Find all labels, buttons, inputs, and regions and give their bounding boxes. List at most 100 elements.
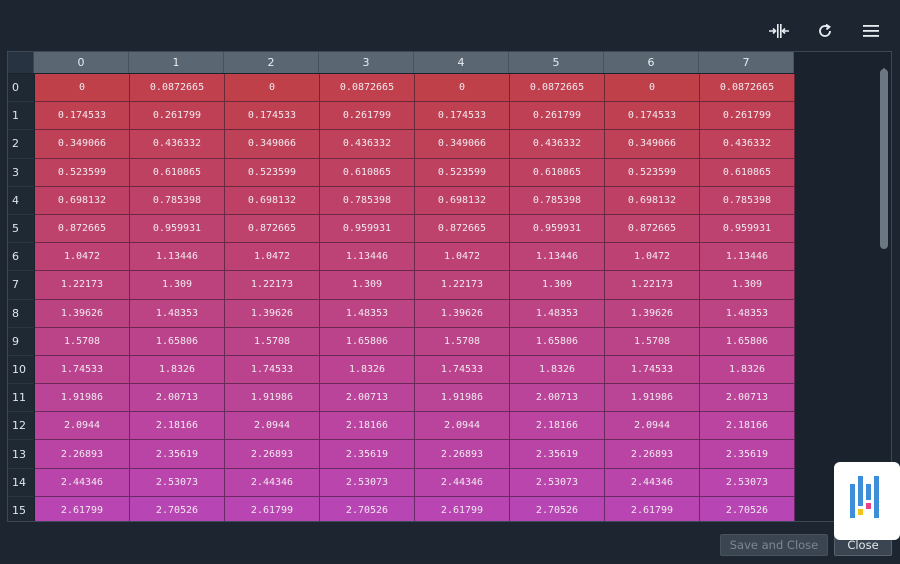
table-cell[interactable]: 1.74533 <box>225 355 320 385</box>
table-cell[interactable]: 1.8326 <box>320 355 415 385</box>
table-cell[interactable]: 0.0872665 <box>510 74 605 103</box>
table-cell[interactable]: 2.18166 <box>700 412 795 441</box>
table-cell[interactable]: 2.44346 <box>415 468 510 497</box>
row-header[interactable]: 14 <box>8 468 34 497</box>
table-cell[interactable]: 2.26893 <box>415 440 510 469</box>
table-cell[interactable]: 2.61799 <box>35 496 130 521</box>
row-header[interactable]: 9 <box>8 327 34 356</box>
table-cell[interactable]: 1.5708 <box>415 327 510 356</box>
table-cell[interactable]: 1.0472 <box>605 243 700 272</box>
row-header[interactable]: 15 <box>8 496 34 521</box>
table-cell[interactable]: 0.785398 <box>320 186 415 215</box>
column-header[interactable]: 1 <box>129 52 224 73</box>
table-cell[interactable]: 0.436332 <box>510 130 605 159</box>
table-cell[interactable]: 0.436332 <box>700 130 795 159</box>
table-cell[interactable]: 2.18166 <box>130 412 225 441</box>
table-cell[interactable]: 1.91986 <box>35 384 130 413</box>
table-cell[interactable]: 2.26893 <box>225 440 320 469</box>
table-cell[interactable]: 2.70526 <box>320 496 415 521</box>
table-cell[interactable]: 2.00713 <box>700 384 795 413</box>
table-cell[interactable]: 0.610865 <box>700 158 795 187</box>
table-cell[interactable]: 2.26893 <box>605 440 700 469</box>
row-header[interactable]: 4 <box>8 186 34 215</box>
table-cell[interactable]: 2.70526 <box>130 496 225 521</box>
table-cell[interactable]: 2.0944 <box>415 412 510 441</box>
table-cell[interactable]: 0.610865 <box>320 158 415 187</box>
table-cell[interactable]: 1.5708 <box>605 327 700 356</box>
table-cell[interactable]: 0.261799 <box>510 102 605 131</box>
table-cell[interactable]: 0.959931 <box>130 214 225 244</box>
table-cell[interactable]: 2.18166 <box>510 412 605 441</box>
row-header[interactable]: 5 <box>8 214 34 244</box>
table-cell[interactable]: 1.309 <box>510 271 605 300</box>
table-cell[interactable]: 2.53073 <box>700 468 795 497</box>
table-cell[interactable]: 1.22173 <box>225 271 320 300</box>
table-cell[interactable]: 2.53073 <box>510 468 605 497</box>
column-header[interactable]: 2 <box>224 52 319 73</box>
table-cell[interactable]: 1.5708 <box>225 327 320 356</box>
table-cell[interactable]: 2.00713 <box>130 384 225 413</box>
table-cell[interactable]: 2.53073 <box>320 468 415 497</box>
column-header[interactable]: 4 <box>414 52 509 73</box>
table-cell[interactable]: 0.610865 <box>510 158 605 187</box>
table-cell[interactable]: 0.959931 <box>320 214 415 244</box>
table-cell[interactable]: 2.35619 <box>130 440 225 469</box>
table-cell[interactable]: 0.872665 <box>605 214 700 244</box>
table-cell[interactable]: 0.261799 <box>130 102 225 131</box>
table-cell[interactable]: 0.174533 <box>35 102 130 131</box>
table-cell[interactable]: 2.0944 <box>225 412 320 441</box>
row-header[interactable]: 11 <box>8 384 34 413</box>
table-cell[interactable]: 2.44346 <box>35 468 130 497</box>
table-cell[interactable]: 1.74533 <box>415 355 510 385</box>
table-cell[interactable]: 0.698132 <box>35 186 130 215</box>
table-cell[interactable]: 0.523599 <box>225 158 320 187</box>
table-cell[interactable]: 1.48353 <box>130 299 225 328</box>
table-cell[interactable]: 1.309 <box>130 271 225 300</box>
column-header[interactable]: 3 <box>319 52 414 73</box>
row-header[interactable]: 2 <box>8 130 34 159</box>
table-cell[interactable]: 1.48353 <box>320 299 415 328</box>
table-cell[interactable]: 1.13446 <box>320 243 415 272</box>
table-cell[interactable]: 2.35619 <box>510 440 605 469</box>
row-header[interactable]: 1 <box>8 102 34 131</box>
table-cell[interactable]: 0.436332 <box>130 130 225 159</box>
table-cell[interactable]: 2.61799 <box>225 496 320 521</box>
column-header[interactable]: 7 <box>699 52 794 73</box>
table-cell[interactable]: 1.22173 <box>605 271 700 300</box>
table-cell[interactable]: 2.35619 <box>320 440 415 469</box>
row-header[interactable]: 13 <box>8 440 34 469</box>
table-cell[interactable]: 2.70526 <box>700 496 795 521</box>
row-header[interactable]: 3 <box>8 158 34 187</box>
table-cell[interactable]: 2.26893 <box>35 440 130 469</box>
table-cell[interactable]: 2.35619 <box>700 440 795 469</box>
table-cell[interactable]: 0.349066 <box>225 130 320 159</box>
table-cell[interactable]: 0.959931 <box>700 214 795 244</box>
table-cell[interactable]: 0.349066 <box>415 130 510 159</box>
table-cell[interactable]: 1.39626 <box>225 299 320 328</box>
table-cell[interactable]: 1.0472 <box>415 243 510 272</box>
row-header[interactable]: 0 <box>8 74 34 103</box>
table-cell[interactable]: 1.5708 <box>35 327 130 356</box>
save-and-close-button[interactable]: Save and Close <box>720 534 828 556</box>
table-cell[interactable]: 0 <box>415 74 510 103</box>
table-cell[interactable]: 0.872665 <box>35 214 130 244</box>
table-cell[interactable]: 0.698132 <box>415 186 510 215</box>
table-cell[interactable]: 1.39626 <box>605 299 700 328</box>
table-cell[interactable]: 0 <box>605 74 700 103</box>
table-cell[interactable]: 1.0472 <box>35 243 130 272</box>
scrollbar-thumb[interactable] <box>880 69 888 249</box>
table-cell[interactable]: 1.22173 <box>415 271 510 300</box>
table-cell[interactable]: 2.53073 <box>130 468 225 497</box>
row-header[interactable]: 12 <box>8 412 34 441</box>
table-cell[interactable]: 1.91986 <box>225 384 320 413</box>
table-cell[interactable]: 0.0872665 <box>130 74 225 103</box>
column-header[interactable]: 5 <box>509 52 604 73</box>
table-cell[interactable]: 1.13446 <box>700 243 795 272</box>
table-cell[interactable]: 1.65806 <box>700 327 795 356</box>
table-cell[interactable]: 0.698132 <box>225 186 320 215</box>
table-cell[interactable]: 0.0872665 <box>700 74 795 103</box>
table-cell[interactable]: 1.39626 <box>35 299 130 328</box>
column-header[interactable]: 0 <box>34 52 129 73</box>
table-cell[interactable]: 0.610865 <box>130 158 225 187</box>
table-cell[interactable]: 1.309 <box>700 271 795 300</box>
